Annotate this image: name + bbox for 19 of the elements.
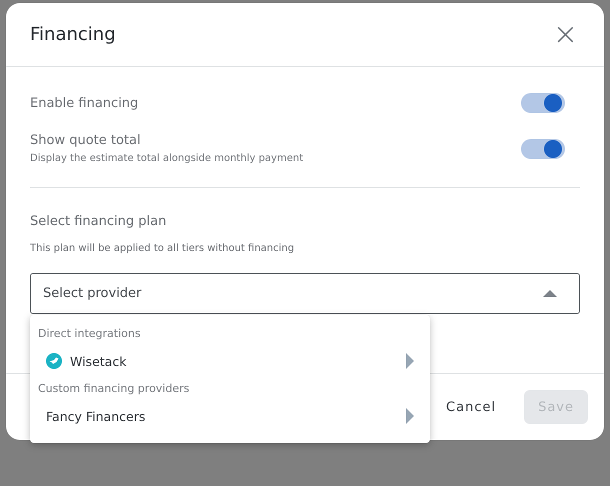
toggle-switch[interactable] <box>521 93 565 113</box>
submenu-arrow-icon <box>406 353 414 369</box>
setting-label: Enable financing <box>30 96 138 110</box>
dialog-title: Financing <box>30 24 116 45</box>
section-hint: This plan will be applied to all tiers without financing <box>30 243 296 254</box>
menu-item[interactable]: Fancy Financers <box>30 399 430 433</box>
caret-icon <box>543 290 557 297</box>
bird-logo-icon <box>46 353 62 369</box>
close-button[interactable]: × <box>548 20 582 50</box>
provider-dropdown[interactable]: Select provider <box>30 273 580 314</box>
toggle-switch[interactable] <box>521 138 565 158</box>
group-heading: Custom financing providers <box>37 381 190 397</box>
cancel-button[interactable]: Cancel <box>432 390 510 424</box>
group-heading: Direct integrations <box>37 326 142 342</box>
menu-item[interactable]: Wisetack <box>30 344 430 378</box>
submenu-arrow-icon <box>406 408 414 424</box>
setting-label: Show quote total <box>30 133 142 148</box>
setting-description: Display the estimate total alongside monthly payment <box>30 153 304 164</box>
section-heading: Select financing plan <box>30 214 168 229</box>
